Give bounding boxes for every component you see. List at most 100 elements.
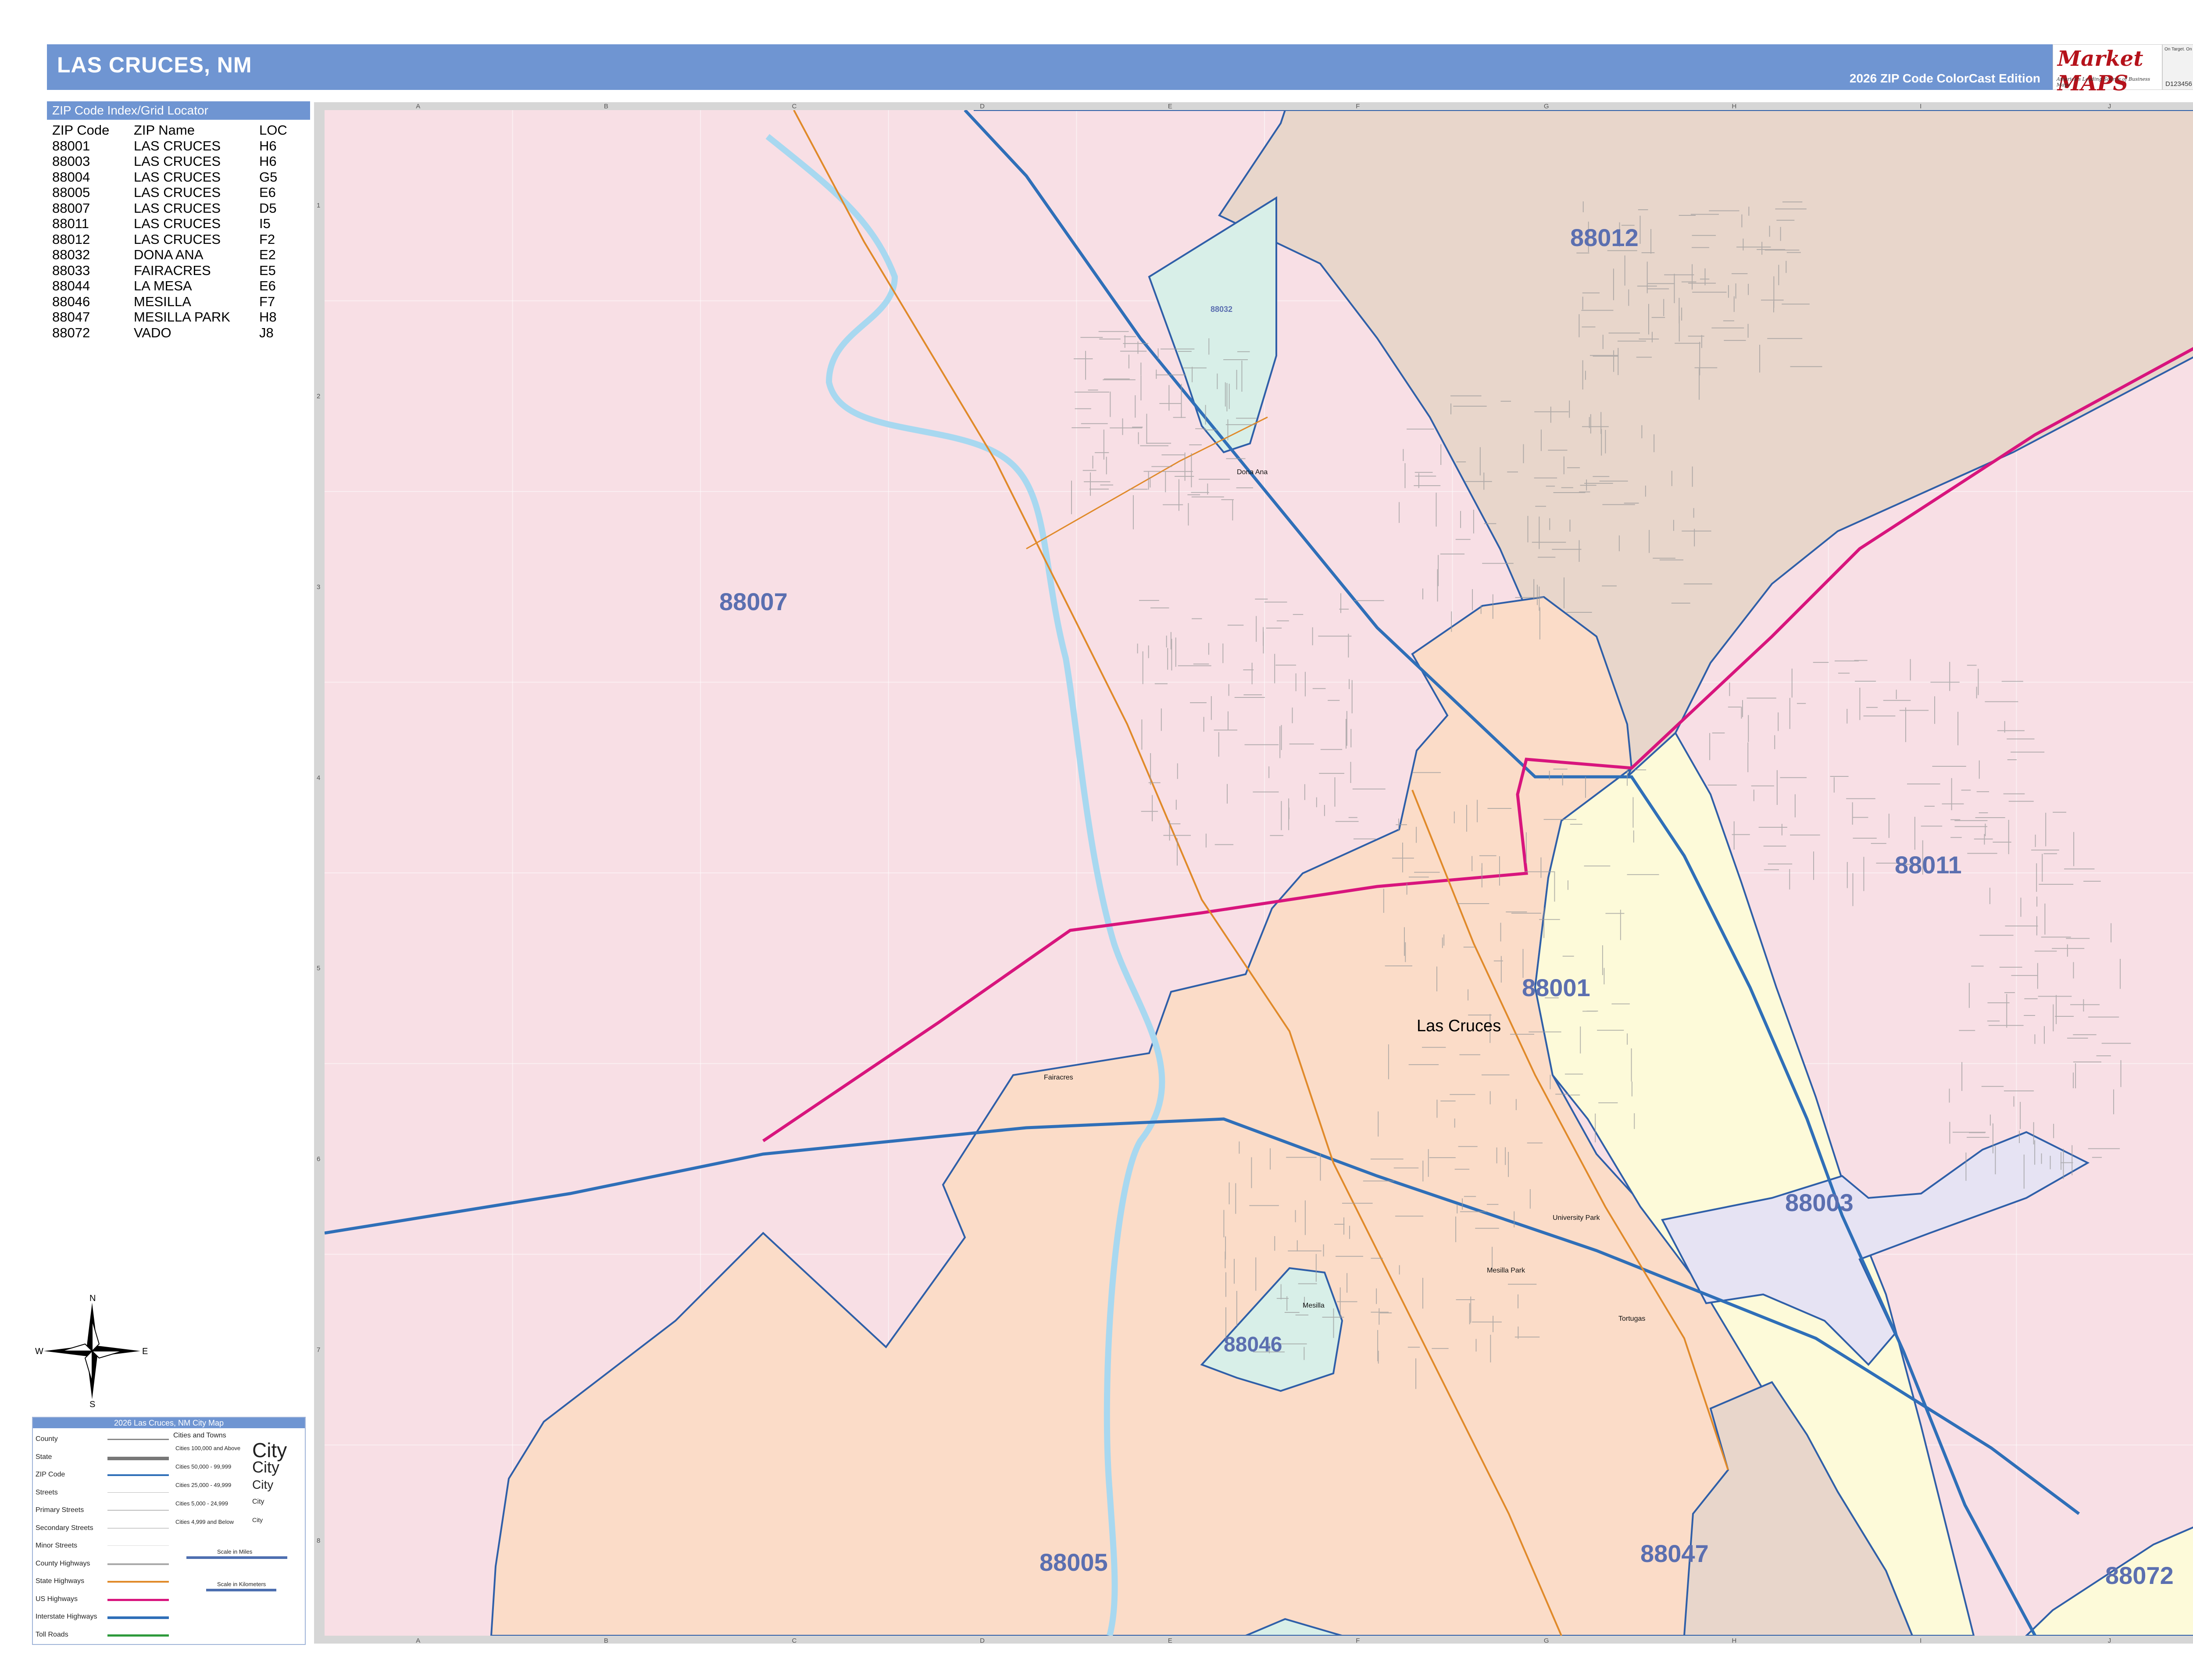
logo-subtitle: America's Leading Source of Business Map… [2057, 76, 2150, 88]
loc-cell: I5 [259, 216, 271, 231]
zip-name-cell: LAS CRUCES [134, 200, 221, 216]
zip-label-88012: 88012 [1570, 224, 1639, 251]
legend-line-swatch [107, 1439, 169, 1440]
loc-cell: G5 [259, 169, 278, 185]
zip-index-title: ZIP Code Index/Grid Locator [47, 101, 310, 120]
legend-city-sample: City [252, 1516, 263, 1524]
zip-name-cell: MESILLA PARK [134, 309, 230, 325]
grid-column-label: D [980, 103, 985, 110]
loc-cell: D5 [259, 200, 277, 216]
legend-cities-header: Cities and Towns [173, 1432, 226, 1439]
zip-name-cell: VADO [134, 325, 171, 340]
legend-item-label: Toll Roads [36, 1630, 68, 1638]
legend-city-size: Cities 25,000 - 49,999 [175, 1482, 232, 1488]
map-canvas: 88012 88007 88011 88001 88003 88046 8800… [325, 110, 2193, 1636]
market-maps-logo: Market MAPS America's Leading Source of … [2053, 44, 2162, 96]
zip-code-cell: 88004 [52, 169, 90, 185]
zip-code-cell: 88033 [52, 262, 90, 278]
place-label-university-park: University Park [1553, 1214, 1600, 1222]
legend-item-label: Streets [36, 1488, 58, 1496]
contact-box: On Target. On Time. D123456 [2162, 44, 2193, 90]
zip-label-88007: 88007 [719, 588, 788, 615]
zip-index-row: 88046 MESILLA F7 [47, 294, 289, 310]
scale-bar-km [206, 1589, 276, 1591]
grid-column-label: I [1920, 103, 1922, 110]
zip-label-88072: 88072 [2105, 1562, 2174, 1589]
zip-label-88011: 88011 [1895, 851, 1962, 879]
legend-item-label: County [36, 1435, 58, 1443]
zip-index-row: 88007 LAS CRUCES D5 [47, 200, 289, 216]
zip-name-cell: LAS CRUCES [134, 169, 221, 185]
zip-index: ZIP Code Index/Grid Locator ZIP Code ZIP… [47, 101, 310, 340]
zip-map[interactable]: 88012 88007 88011 88001 88003 88046 8800… [325, 110, 2193, 1636]
legend-item-label: State Highways [36, 1577, 85, 1585]
compass-rose: N S E W [35, 1294, 149, 1409]
compass-s: S [89, 1400, 95, 1408]
legend-city-sample: City [252, 1458, 279, 1476]
grid-column-label: E [1168, 103, 1172, 110]
place-label-fairacres: Fairacres [1044, 1074, 1073, 1081]
column-header: ZIP Name [134, 122, 195, 138]
zip-index-row: 88032 DONA ANA E2 [47, 247, 289, 263]
legend-item-label: County Highways [36, 1559, 90, 1567]
grid-column-label: E [1168, 1637, 1172, 1644]
grid-row-label: 1 [317, 202, 321, 210]
zip-index-row: 88001 LAS CRUCES H6 [47, 138, 289, 154]
compass-icon: N S E W [35, 1294, 148, 1409]
zip-code-cell: 88032 [52, 247, 90, 262]
zip-label-88047: 88047 [1640, 1540, 1709, 1567]
legend-item-label: State [36, 1453, 52, 1461]
grid-row-label: 7 [317, 1346, 321, 1354]
header-banner: LAS CRUCES, NM 2026 ZIP Code ColorCast E… [47, 44, 2066, 90]
grid-row-label: 6 [317, 1155, 321, 1163]
scale-bar-miles [186, 1556, 287, 1559]
loc-cell: E2 [259, 247, 276, 262]
zip-index-row: 88033 FAIRACRES E5 [47, 263, 289, 279]
grid-column-label: A [416, 1637, 421, 1644]
legend-city-size: Cities 50,000 - 99,999 [175, 1463, 232, 1470]
zip-name-cell: LAS CRUCES [134, 154, 221, 169]
zip-label-88032: 88032 [1211, 305, 1232, 314]
grid-row-label: 2 [317, 393, 321, 400]
zip-name-cell: MESILLA [134, 293, 191, 309]
zip-name-cell: FAIRACRES [134, 262, 211, 278]
compass-w: W [35, 1347, 43, 1356]
legend-line-swatch [107, 1598, 169, 1601]
grid-column-label: C [792, 103, 797, 110]
zip-name-cell: LAS CRUCES [134, 216, 221, 231]
legend-line-swatch [107, 1616, 169, 1619]
grid-column-label: C [792, 1637, 797, 1644]
loc-cell: H8 [259, 309, 277, 325]
legend-city-sample: City [252, 1477, 274, 1491]
zip-code-cell: 88072 [52, 325, 90, 340]
grid-column-label: F [1356, 103, 1360, 110]
legend-item-label: Secondary Streets [36, 1524, 93, 1532]
zip-index-row: 88012 LAS CRUCES F2 [47, 232, 289, 247]
legend-line-swatch [107, 1456, 169, 1460]
zip-name-cell: LAS CRUCES [134, 138, 221, 154]
grid-column-label: H [1732, 1637, 1737, 1644]
grid-row-label: 5 [317, 965, 321, 972]
zip-index-row: 88005 LAS CRUCES E6 [47, 185, 289, 200]
zip-code-cell: 88047 [52, 309, 90, 325]
grid-column-label: F [1356, 1637, 1360, 1644]
legend-line-swatch [107, 1474, 169, 1476]
zip-index-header-row: ZIP Code ZIP Name LOC [47, 122, 289, 138]
legend-city-size: Cities 100,000 and Above [175, 1445, 241, 1451]
zip-index-table: ZIP Code ZIP Name LOC 88001 LAS CRUCES H6 8… [47, 122, 289, 340]
grid-row-label: 4 [317, 774, 321, 782]
loc-cell: F2 [259, 231, 275, 247]
legend-city-size: Cities 4,999 and Below [175, 1519, 234, 1525]
logo-wordmark: Market MAPS [2057, 46, 2143, 96]
edition-label: 2026 ZIP Code ColorCast Edition [1849, 71, 2040, 85]
zip-code-cell: 88005 [52, 185, 90, 200]
legend-line-swatch [107, 1634, 169, 1637]
loc-cell: J8 [259, 325, 274, 340]
zip-index-row: 88072 VADO J8 [47, 325, 289, 341]
zip-code-cell: 88001 [52, 138, 90, 154]
grid-column-label: B [604, 1637, 608, 1644]
grid-row-label: 8 [317, 1537, 321, 1544]
zip-name-cell: DONA ANA [134, 247, 204, 262]
place-label-dona-ana: Dona Ana [1237, 468, 1268, 476]
legend-line-swatch [107, 1581, 169, 1583]
